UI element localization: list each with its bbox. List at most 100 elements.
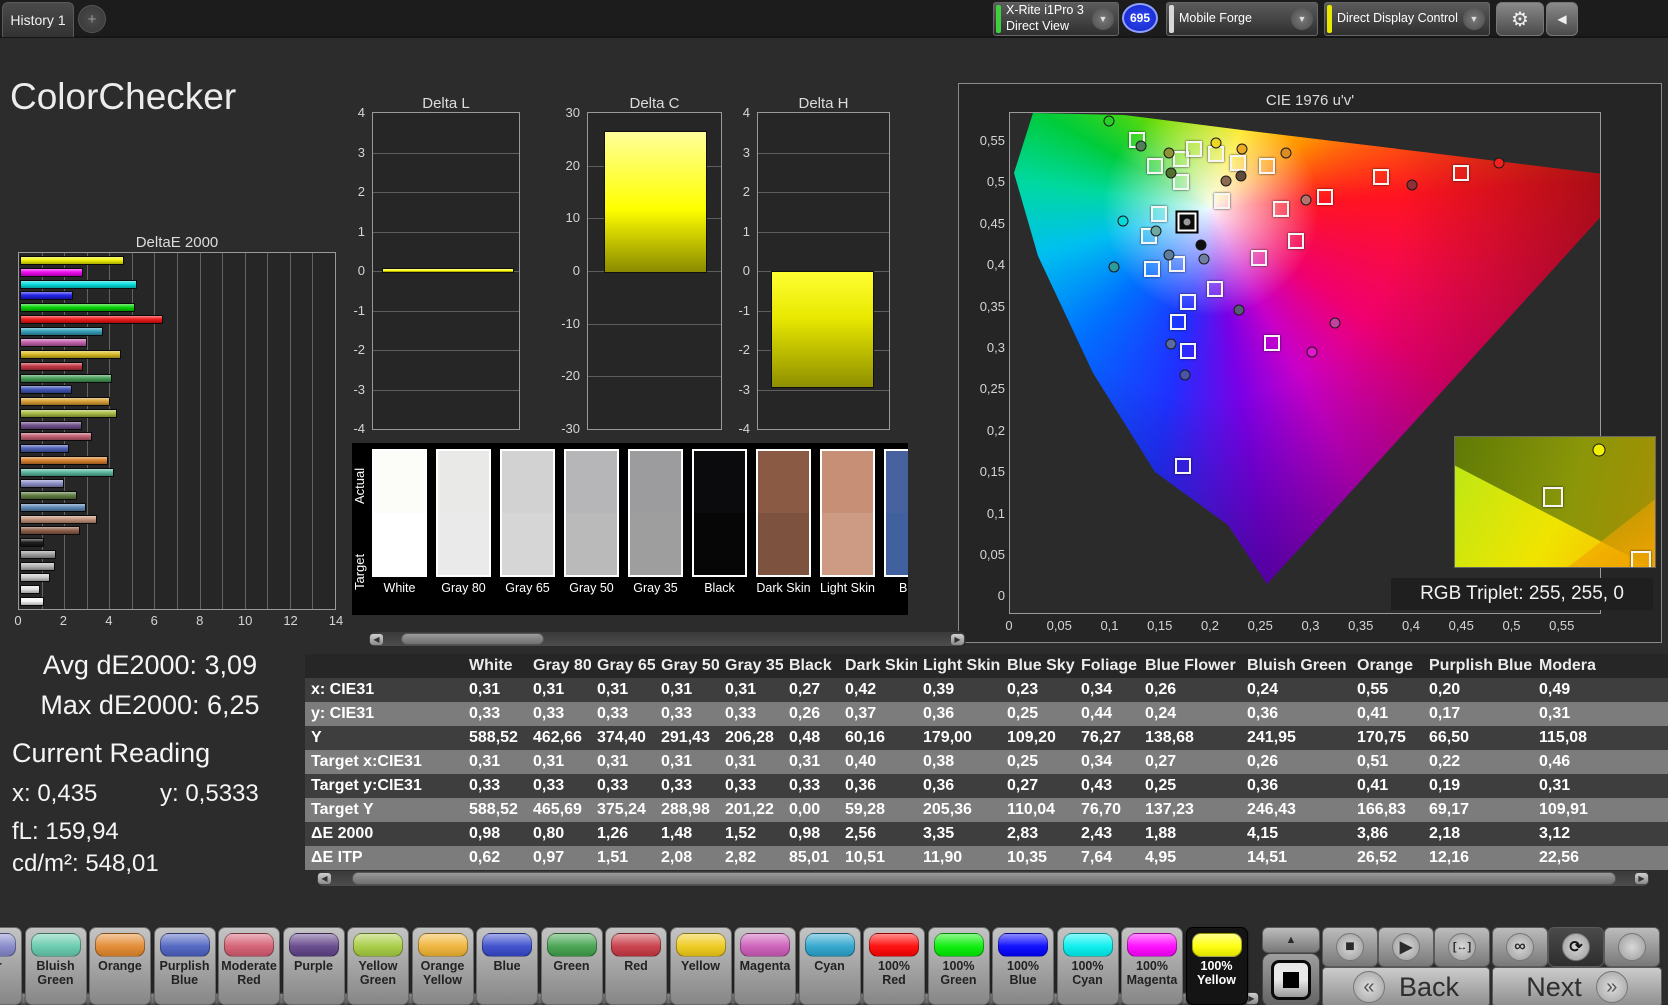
row-label: ΔE 2000 [305, 822, 463, 846]
patch-button-bluish-green[interactable]: Bluish Green [24, 927, 87, 1005]
patch-button-magenta[interactable]: Magenta [734, 927, 796, 1005]
scroll-track[interactable] [332, 871, 1634, 886]
swatch-target [822, 513, 873, 575]
table-row-y: Y 588,52 462,66 374,40 291,43 206,28 0,48 60,16… [305, 726, 1668, 750]
table-scrollbar[interactable]: ◀ ▶ [316, 870, 1650, 887]
patch-button-100-blue[interactable]: 100% Blue [992, 927, 1054, 1005]
inset-target-square [1631, 550, 1651, 567]
cie-measured-marker [1235, 170, 1247, 182]
patch-button-yellow[interactable]: Yellow [669, 927, 732, 1005]
cie-measured-marker [1306, 346, 1317, 358]
cell-value: 3,86 [1351, 822, 1423, 846]
cell-value: 0,31 [591, 678, 655, 702]
cie-target-marker [1316, 189, 1333, 206]
delta-h-chart: 4 3 2 1 0 -1 -2 -3 -4 [738, 105, 890, 436]
cell-value: 60,16 [839, 726, 917, 750]
deltae-bar-cyan [20, 326, 103, 336]
patch-color [95, 933, 145, 957]
tab-history-1[interactable]: History 1 [2, 2, 74, 37]
cell-value: 291,43 [655, 726, 719, 750]
workflow-dropdown[interactable]: Direct Display Control ▼ [1324, 2, 1490, 36]
patch-button-cyan[interactable]: Cyan [798, 927, 861, 1005]
back-button[interactable]: « Back [1322, 967, 1490, 1005]
cell-value: 0,51 [1351, 750, 1423, 774]
luminance-badge[interactable]: 695 [1122, 3, 1158, 33]
reading-cd: cd/m²: 548,01 [12, 850, 159, 877]
y-tick-label: 2 [742, 184, 750, 199]
cie-target-marker [1174, 457, 1191, 474]
continuous-read-button[interactable]: ∞ [1492, 927, 1548, 967]
blank-button[interactable] [1604, 927, 1660, 967]
pattern-size-button[interactable]: [↔] [1434, 927, 1490, 967]
tab-label: History 1 [10, 12, 66, 28]
patch-button-green[interactable]: Green [540, 927, 603, 1005]
settings-button[interactable]: ⚙ [1496, 2, 1544, 36]
cell-value: 0,34 [1075, 678, 1139, 702]
workflow-status-bar [1327, 5, 1332, 33]
gridline [758, 192, 889, 193]
cell-value: 0,31 [1533, 702, 1668, 726]
patch-button-blue[interactable]: Blue [476, 927, 538, 1005]
source-dropdown[interactable]: Mobile Forge ▼ [1166, 2, 1318, 36]
patch-button-moderate-red[interactable]: Moderate Red [218, 927, 280, 1005]
charts-scrollbar[interactable]: ◀ ▶ [368, 631, 966, 647]
pattern-up-button[interactable]: ▲ [1262, 927, 1320, 953]
y-tick-label: 1 [742, 223, 750, 239]
x-tick-label: 0,15 [1147, 618, 1173, 633]
x-tick-label: 0,1 [1100, 618, 1119, 633]
deltae-bar-orange [20, 455, 108, 465]
scroll-left-arrow[interactable]: ◀ [318, 873, 331, 884]
cie-target-marker [1179, 293, 1196, 310]
inset-target-square [1543, 486, 1563, 507]
swatch-gray-50: Gray 50 [564, 449, 619, 615]
patch-button-100-green[interactable]: 100% Green [927, 927, 990, 1005]
cie-measured-marker [1233, 304, 1245, 316]
cell-value: 0,46 [1533, 750, 1668, 774]
y-tick-label: -3 [353, 381, 365, 397]
scroll-right-arrow[interactable]: ▶ [1635, 873, 1648, 884]
scroll-track[interactable] [384, 632, 950, 646]
patch-label: Magenta [739, 959, 791, 973]
scroll-thumb[interactable] [400, 633, 545, 645]
play-button[interactable]: ▶ [1378, 927, 1434, 967]
loop-button[interactable]: ⟳ [1548, 927, 1604, 967]
cell-value: 0,80 [527, 822, 591, 846]
cell-value: 0,97 [527, 846, 591, 870]
patch-label: 100% Cyan [1071, 959, 1104, 987]
meter-dropdown[interactable]: X-Rite i1Pro 3 Direct View ▼ [993, 2, 1119, 36]
scroll-thumb[interactable] [351, 872, 1617, 885]
patch-button-red[interactable]: Red [605, 927, 667, 1005]
patch-button-100-red[interactable]: 100% Red [863, 927, 925, 1005]
patch-button-100-magenta[interactable]: 100% Magenta [1121, 927, 1183, 1005]
swatch-gray-80: Gray 80 [436, 449, 491, 615]
x-tick-label: 2 [59, 613, 68, 628]
patch-button-orange[interactable]: Orange [89, 927, 151, 1005]
pattern-window-button[interactable] [1262, 953, 1320, 1005]
patch-button-100-yellow[interactable]: 100% Yellow [1185, 927, 1248, 1005]
add-tab-button[interactable]: + [78, 5, 106, 33]
y-tick-label: 1 [357, 223, 365, 239]
collapse-panel-button[interactable]: ◀ [1546, 2, 1578, 36]
patch-button-purple[interactable]: Purple [282, 927, 345, 1005]
cell-value: 0,23 [1001, 678, 1075, 702]
patch-button-orange-yellow[interactable]: Orange Yellow [411, 927, 474, 1005]
max-de2000: Max dE2000: 6,25 [40, 690, 260, 720]
top-bar: History 1 + X-Rite i1Pro 3 Direct View ▼… [0, 0, 1668, 38]
cie-target-marker [1150, 206, 1167, 223]
swatch-label: Gray 80 [441, 581, 486, 595]
patch-color [546, 933, 597, 957]
patch-button-wer[interactable]: wer [0, 927, 22, 1005]
next-button[interactable]: Next » [1492, 967, 1662, 1005]
scroll-right-arrow[interactable]: ▶ [951, 633, 964, 645]
patch-button-100-cyan[interactable]: 100% Cyan [1056, 927, 1119, 1005]
cie-target-marker [1372, 168, 1389, 185]
patch-color [675, 933, 726, 957]
patch-button-purplish-blue[interactable]: Purplish Blue [153, 927, 216, 1005]
cell-value: 206,28 [719, 726, 783, 750]
patch-button-yellow-green[interactable]: Yellow Green [347, 927, 409, 1005]
y-tick-label: 0 [357, 263, 365, 278]
scroll-left-arrow[interactable]: ◀ [370, 633, 383, 645]
column-header: Gray 50 [655, 654, 719, 678]
cell-value: 1,26 [591, 822, 655, 846]
stop-button[interactable]: ■ [1322, 927, 1378, 967]
